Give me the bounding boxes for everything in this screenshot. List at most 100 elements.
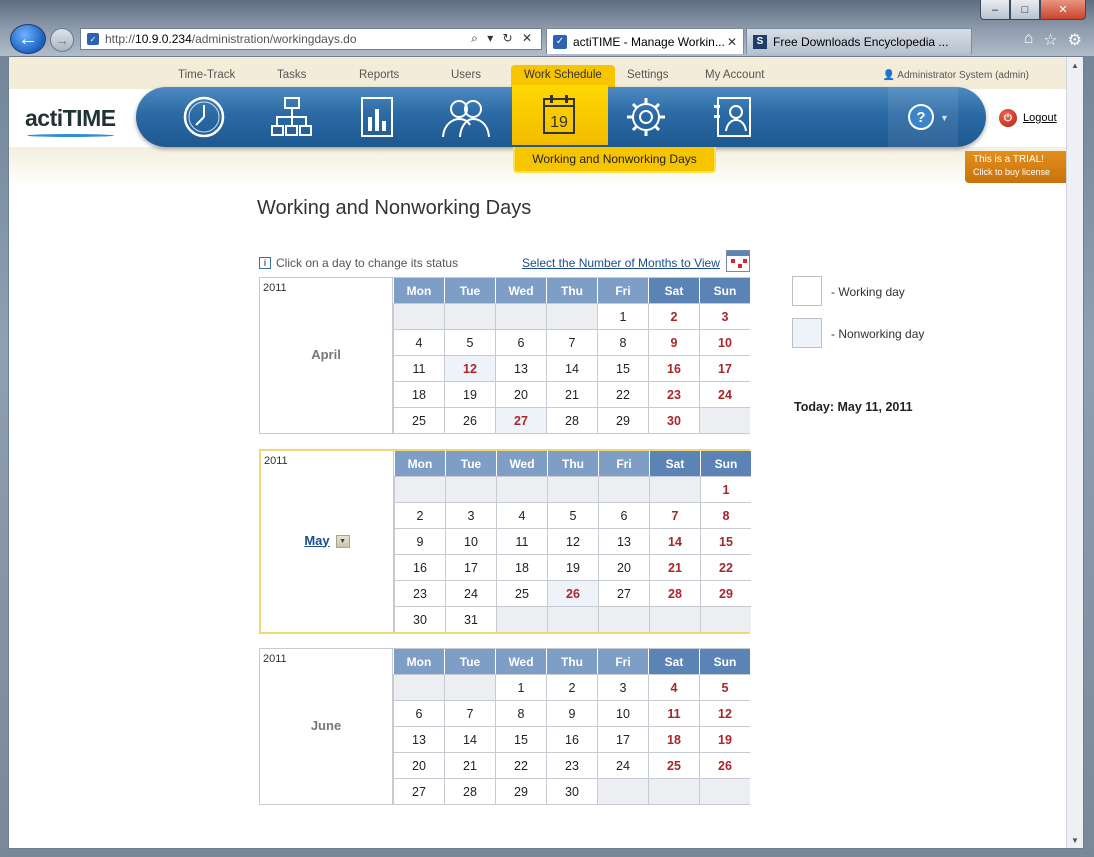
- calendar-day[interactable]: 22: [700, 554, 751, 580]
- calendar-day[interactable]: 26: [444, 407, 495, 433]
- calendar-day[interactable]: 9: [546, 700, 597, 726]
- calendar-view-icon[interactable]: [726, 250, 750, 272]
- calendar-day[interactable]: 8: [597, 329, 648, 355]
- calendar-day[interactable]: 28: [444, 778, 495, 804]
- calendar-day[interactable]: 17: [445, 554, 496, 580]
- calendar-day[interactable]: 7: [546, 329, 597, 355]
- calendar-day[interactable]: 11: [496, 528, 547, 554]
- calendar-day[interactable]: 14: [444, 726, 495, 752]
- nav-my-account-contact-icon[interactable]: [706, 95, 762, 139]
- nav-reports-chart-icon[interactable]: [350, 95, 406, 139]
- calendar-day[interactable]: 11: [393, 355, 444, 381]
- address-bar[interactable]: ✓ http://10.9.0.234/administration/worki…: [80, 28, 542, 50]
- calendar-day[interactable]: 14: [546, 355, 597, 381]
- calendar-day[interactable]: 25: [496, 580, 547, 606]
- calendar-day[interactable]: 24: [597, 752, 648, 778]
- calendar-day[interactable]: 8: [700, 502, 751, 528]
- nav-work-schedule-tab[interactable]: 19: [512, 85, 608, 145]
- calendar-day[interactable]: 29: [495, 778, 546, 804]
- calendar-day[interactable]: 23: [546, 752, 597, 778]
- menu-item-reports[interactable]: Reports: [359, 69, 399, 81]
- month-dropdown-icon[interactable]: ▼: [335, 534, 350, 548]
- calendar-day[interactable]: 21: [546, 381, 597, 407]
- calendar-day[interactable]: 6: [598, 502, 649, 528]
- calendar-day[interactable]: 16: [394, 554, 445, 580]
- vertical-scrollbar[interactable]: ▲ ▼: [1066, 57, 1083, 848]
- calendar-day[interactable]: 12: [444, 355, 495, 381]
- back-button[interactable]: ←: [10, 24, 46, 54]
- calendar-day[interactable]: 24: [699, 381, 750, 407]
- month-name[interactable]: May ▼: [261, 533, 393, 548]
- calendar-day[interactable]: 5: [547, 502, 598, 528]
- calendar-day[interactable]: 14: [649, 528, 700, 554]
- calendar-day[interactable]: 23: [648, 381, 699, 407]
- calendar-day[interactable]: 1: [700, 476, 751, 502]
- logout-link[interactable]: Logout: [1023, 112, 1057, 124]
- home-icon[interactable]: ⌂: [1024, 30, 1034, 50]
- scroll-down-icon[interactable]: ▼: [1067, 832, 1083, 848]
- calendar-day[interactable]: 13: [393, 726, 444, 752]
- calendar-day[interactable]: 15: [495, 726, 546, 752]
- calendar-day[interactable]: 21: [444, 752, 495, 778]
- nav-users-people-icon[interactable]: [438, 95, 494, 139]
- nav-settings-gear-icon[interactable]: [618, 95, 674, 139]
- calendar-day[interactable]: 7: [649, 502, 700, 528]
- calendar-day[interactable]: 9: [394, 528, 445, 554]
- calendar-day[interactable]: 27: [598, 580, 649, 606]
- calendar-day[interactable]: 19: [444, 381, 495, 407]
- calendar-day[interactable]: 19: [699, 726, 750, 752]
- calendar-day[interactable]: 20: [598, 554, 649, 580]
- settings-gear-icon[interactable]: ⚙: [1068, 30, 1082, 50]
- calendar-day[interactable]: 2: [648, 303, 699, 329]
- scroll-up-icon[interactable]: ▲: [1067, 57, 1083, 73]
- calendar-day[interactable]: 16: [546, 726, 597, 752]
- calendar-day[interactable]: 26: [699, 752, 750, 778]
- calendar-day[interactable]: 9: [648, 329, 699, 355]
- nav-tasks-hierarchy-icon[interactable]: [264, 95, 320, 139]
- calendar-day[interactable]: 26: [547, 580, 598, 606]
- calendar-day[interactable]: 12: [547, 528, 598, 554]
- favorites-star-icon[interactable]: ☆: [1043, 30, 1057, 50]
- tab-softpedia[interactable]: S Free Downloads Encyclopedia ...: [746, 28, 972, 54]
- menu-item-tasks[interactable]: Tasks: [277, 69, 306, 81]
- trial-buy-link[interactable]: Click to buy license: [973, 166, 1067, 178]
- maximize-button[interactable]: □: [1010, 0, 1040, 20]
- calendar-day[interactable]: 10: [597, 700, 648, 726]
- calendar-day[interactable]: 20: [393, 752, 444, 778]
- calendar-day[interactable]: 4: [496, 502, 547, 528]
- actitime-logo[interactable]: actiTIME: [25, 105, 116, 137]
- calendar-day[interactable]: 28: [649, 580, 700, 606]
- calendar-day[interactable]: 17: [597, 726, 648, 752]
- tab-actitime[interactable]: ✓ actiTIME - Manage Workin... ✕: [546, 28, 744, 54]
- calendar-day[interactable]: 13: [495, 355, 546, 381]
- calendar-day[interactable]: 11: [648, 700, 699, 726]
- calendar-day[interactable]: 25: [393, 407, 444, 433]
- calendar-day[interactable]: 12: [699, 700, 750, 726]
- nav-time-track-clock-icon[interactable]: [176, 95, 232, 139]
- month-name-text[interactable]: May: [304, 533, 329, 548]
- calendar-day[interactable]: 15: [700, 528, 751, 554]
- calendar-day[interactable]: 3: [445, 502, 496, 528]
- calendar-day[interactable]: 5: [699, 674, 750, 700]
- calendar-day[interactable]: 23: [394, 580, 445, 606]
- subtab-working-nonworking-days[interactable]: Working and Nonworking Days: [513, 147, 716, 173]
- calendar-day[interactable]: 6: [495, 329, 546, 355]
- calendar-day[interactable]: 15: [597, 355, 648, 381]
- address-tools-icons[interactable]: ⌕ ▾ ↻ ✕: [471, 31, 535, 46]
- calendar-day[interactable]: 4: [648, 674, 699, 700]
- calendar-day[interactable]: 19: [547, 554, 598, 580]
- menu-item-users[interactable]: Users: [451, 69, 481, 81]
- calendar-day[interactable]: 2: [546, 674, 597, 700]
- calendar-day[interactable]: 2: [394, 502, 445, 528]
- calendar-day[interactable]: 29: [700, 580, 751, 606]
- calendar-day[interactable]: 13: [598, 528, 649, 554]
- calendar-day[interactable]: 27: [495, 407, 546, 433]
- calendar-day[interactable]: 30: [648, 407, 699, 433]
- calendar-day[interactable]: 27: [393, 778, 444, 804]
- calendar-day[interactable]: 21: [649, 554, 700, 580]
- calendar-day[interactable]: 31: [445, 606, 496, 632]
- calendar-day[interactable]: 22: [597, 381, 648, 407]
- calendar-day[interactable]: 1: [495, 674, 546, 700]
- menu-item-settings[interactable]: Settings: [627, 69, 669, 81]
- calendar-day[interactable]: 25: [648, 752, 699, 778]
